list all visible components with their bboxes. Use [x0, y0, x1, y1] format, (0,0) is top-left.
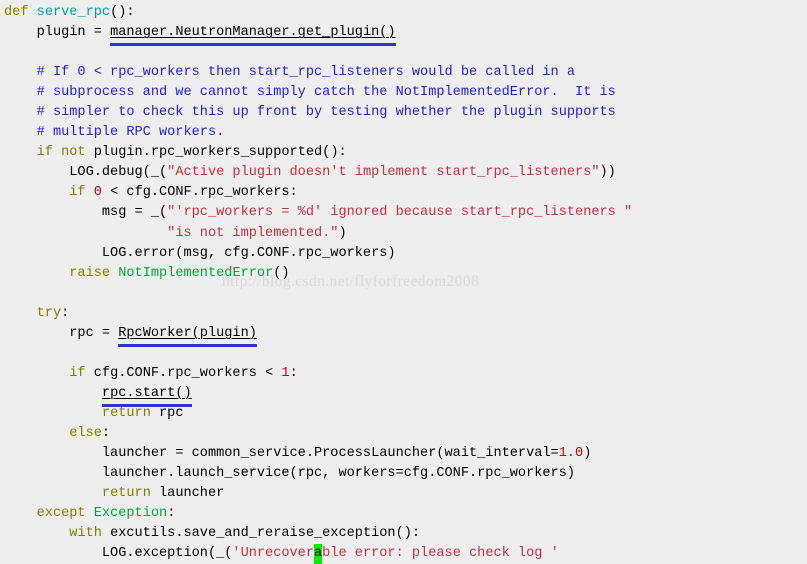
- string-token: "'rpc_workers = %d' ignored because star…: [167, 205, 633, 221]
- string-token: "Active plugin doesn't implement start_r…: [167, 165, 600, 181]
- comment-token: # simpler to check this up front by test…: [4, 105, 616, 121]
- code-line[interactable]: def serve_rpc():: [4, 3, 807, 23]
- code-line[interactable]: launcher = common_service.ProcessLaunche…: [4, 444, 807, 464]
- code-line[interactable]: "is not implemented."): [4, 224, 807, 244]
- code-token: plugin =: [4, 25, 111, 41]
- keyword-token: if: [69, 365, 86, 381]
- code-token: :: [167, 506, 176, 522]
- code-line[interactable]: plugin = manager.NeutronManager.get_plug…: [4, 23, 807, 43]
- keyword-token: with: [69, 526, 102, 542]
- code-line[interactable]: [4, 284, 807, 304]
- string-token: 'Unrecover: [232, 546, 314, 562]
- code-token: ): [338, 225, 347, 241]
- text-cursor[interactable]: a: [314, 544, 323, 564]
- comment-token: # multiple RPC workers.: [4, 125, 225, 141]
- code-token: :: [101, 425, 111, 441]
- code-line[interactable]: # If 0 < rpc_workers then start_rpc_list…: [4, 63, 807, 83]
- number-token: 1: [281, 365, 290, 381]
- code-token: ): [583, 446, 592, 462]
- hyperlink-token[interactable]: rpc.start(): [102, 386, 192, 401]
- code-line[interactable]: return rpc: [4, 404, 807, 424]
- hyperlink-token[interactable]: manager.NeutronManager.get_plugin(): [110, 25, 396, 40]
- code-line[interactable]: rpc.start(): [4, 384, 807, 404]
- function-name-token: serve_rpc: [36, 5, 111, 20]
- keyword-token: def: [4, 5, 29, 20]
- keyword-token: except: [36, 506, 86, 522]
- code-token: < cfg.CONF.rpc_workers:: [101, 185, 298, 201]
- keyword-token: if: [69, 185, 86, 201]
- code-token: :: [289, 365, 298, 381]
- string-token: "is not implemented.": [167, 225, 339, 241]
- code-token: launcher: [150, 486, 225, 502]
- code-token: LOG.debug(_(: [4, 165, 168, 181]
- code-line[interactable]: # multiple RPC workers.: [4, 123, 807, 143]
- code-line[interactable]: # subprocess and we cannot simply catch …: [4, 83, 807, 103]
- keyword-token: if not: [36, 145, 86, 161]
- code-line[interactable]: return launcher: [4, 484, 807, 504]
- number-token: 0: [93, 185, 102, 201]
- hyperlink-token[interactable]: RpcWorker(plugin): [118, 326, 257, 341]
- code-line[interactable]: if 0 < cfg.CONF.rpc_workers:: [4, 183, 807, 203]
- keyword-token: try: [36, 305, 62, 321]
- code-token: ():: [110, 5, 135, 20]
- code-token: LOG.exception(_(: [4, 546, 233, 562]
- code-line[interactable]: launcher.launch_service(rpc, workers=cfg…: [4, 464, 807, 484]
- keyword-token: else: [69, 425, 102, 441]
- code-line[interactable]: [4, 344, 807, 364]
- keyword-token: return: [101, 405, 151, 421]
- code-token: LOG.error(msg, cfg.CONF.rpc_workers): [4, 245, 396, 261]
- code-token: excutils.save_and_reraise_exception():: [101, 526, 421, 542]
- code-token: :: [61, 305, 70, 321]
- code-token: msg = _(: [4, 205, 168, 221]
- code-token: launcher.launch_service(rpc, workers=cfg…: [4, 466, 576, 482]
- code-line[interactable]: rpc = RpcWorker(plugin): [4, 324, 807, 344]
- class-name-token: Exception: [93, 506, 168, 522]
- code-line[interactable]: LOG.exception(_('Unrecoverable error: pl…: [4, 544, 807, 564]
- code-line[interactable]: except Exception:: [4, 504, 807, 524]
- code-line[interactable]: if not plugin.rpc_workers_supported():: [4, 143, 807, 163]
- source-code-block[interactable]: def serve_rpc(): plugin = manager.Neutro…: [0, 0, 807, 564]
- code-token: )): [599, 165, 616, 181]
- code-line[interactable]: [4, 43, 807, 63]
- code-token: launcher = common_service.ProcessLaunche…: [4, 446, 559, 462]
- code-line[interactable]: raise NotImplementedError(): [4, 264, 807, 284]
- code-line[interactable]: LOG.error(msg, cfg.CONF.rpc_workers): [4, 244, 807, 264]
- class-name-token: NotImplementedError: [118, 265, 274, 281]
- comment-token: # If 0 < rpc_workers then start_rpc_list…: [4, 65, 576, 81]
- code-token: plugin.rpc_workers_supported():: [85, 145, 347, 161]
- code-token: cfg.CONF.rpc_workers <: [85, 365, 282, 381]
- code-line[interactable]: # simpler to check this up front by test…: [4, 103, 807, 123]
- number-token: 1.0: [558, 446, 584, 462]
- code-line[interactable]: with excutils.save_and_reraise_exception…: [4, 524, 807, 544]
- code-line[interactable]: if cfg.CONF.rpc_workers < 1:: [4, 364, 807, 384]
- code-line[interactable]: LOG.debug(_("Active plugin doesn't imple…: [4, 163, 807, 183]
- keyword-token: return: [101, 486, 151, 502]
- code-line[interactable]: try:: [4, 304, 807, 324]
- code-editor-viewport: http://blog.csdn.net/flyforfreedom2008 d…: [0, 0, 807, 564]
- code-token: (): [273, 265, 290, 281]
- code-line[interactable]: msg = _("'rpc_workers = %d' ignored beca…: [4, 203, 807, 223]
- comment-token: # subprocess and we cannot simply catch …: [4, 85, 616, 101]
- string-token: ble error: please check log ': [322, 546, 559, 562]
- code-token: rpc: [150, 405, 184, 421]
- keyword-token: raise: [69, 265, 111, 281]
- code-line[interactable]: else:: [4, 424, 807, 444]
- code-token: rpc =: [4, 325, 119, 341]
